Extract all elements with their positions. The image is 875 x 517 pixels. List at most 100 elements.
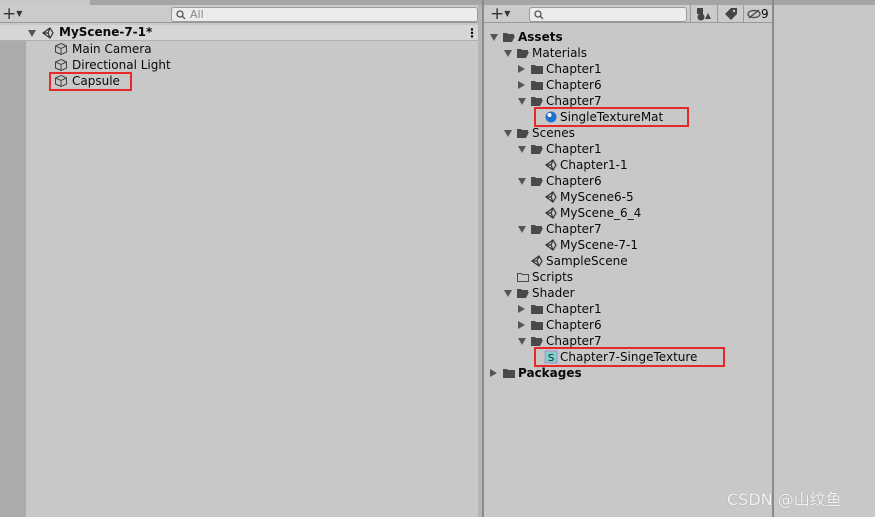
- create-add-button[interactable]: +▼: [2, 5, 28, 23]
- create-asset-button[interactable]: +▼: [490, 5, 516, 23]
- collapse-arrow-icon[interactable]: [518, 338, 526, 345]
- highlight-box: [534, 347, 726, 367]
- project-tree-item[interactable]: Chapter6: [484, 173, 772, 189]
- project-tree-item[interactable]: MyScene_6_4: [484, 205, 772, 221]
- collapse-arrow-icon[interactable]: [518, 226, 526, 233]
- search-icon: [176, 10, 186, 20]
- project-tree-item[interactable]: MyScene-7-1: [484, 237, 772, 253]
- expand-arrow-icon[interactable]: [490, 369, 497, 377]
- folder-open-icon: [531, 145, 543, 154]
- folder-open-icon: [531, 337, 543, 346]
- eye-slash-icon: [747, 9, 761, 19]
- scene-icon: [544, 191, 557, 203]
- scene-icon: [530, 255, 543, 267]
- folder-empty-icon: [517, 273, 529, 282]
- project-search-input[interactable]: [529, 7, 687, 22]
- folder-open-icon: [517, 289, 529, 298]
- hierarchy-item-label: Directional Light: [72, 58, 171, 72]
- expand-arrow-icon[interactable]: [518, 81, 525, 89]
- project-item-label: Chapter1: [546, 142, 602, 156]
- search-by-label-button[interactable]: [717, 5, 743, 23]
- project-tree-item[interactable]: SampleScene: [484, 253, 772, 269]
- project-item-label: Materials: [532, 46, 588, 60]
- project-item-label: MyScene6-5: [560, 190, 634, 204]
- collapse-arrow-icon[interactable]: [504, 290, 512, 297]
- collapse-arrow-icon[interactable]: [518, 146, 526, 153]
- project-item-label: Chapter6: [546, 78, 602, 92]
- project-tree-item[interactable]: Shader: [484, 285, 772, 301]
- collapse-arrow-icon[interactable]: [518, 178, 526, 185]
- scene-icon: [544, 159, 557, 171]
- project-item-label: Chapter1: [546, 302, 602, 316]
- search-by-type-button[interactable]: [690, 5, 717, 23]
- project-item-label: Chapter6: [546, 174, 602, 188]
- project-tree-item[interactable]: Chapter1: [484, 61, 772, 77]
- hierarchy-left-strip: [0, 41, 26, 517]
- unity-scene-icon: [41, 27, 54, 39]
- project-tree-item[interactable]: Chapter6: [484, 77, 772, 93]
- watermark: CSDN @山纹鱼: [727, 490, 842, 509]
- collapse-arrow-icon[interactable]: [504, 50, 512, 57]
- expand-arrow-icon[interactable]: [518, 65, 525, 73]
- scene-icon: [544, 207, 557, 219]
- inspector-tab-strip: [774, 0, 875, 5]
- folder-icon: [503, 369, 515, 378]
- inspector-panel: [774, 0, 875, 517]
- project-item-label: Chapter7: [546, 222, 602, 236]
- project-tree-item[interactable]: Scripts: [484, 269, 772, 285]
- folder-open-icon: [503, 33, 515, 42]
- project-item-label: Chapter1-1: [560, 158, 628, 172]
- search-icon: [534, 10, 544, 20]
- project-tree-item[interactable]: Packages: [484, 365, 772, 381]
- project-tree-item[interactable]: Materials: [484, 45, 772, 61]
- folder-icon: [531, 81, 543, 90]
- folder-open-icon: [531, 177, 543, 186]
- type-filter-icon: [697, 8, 711, 21]
- hierarchy-item-label: Main Camera: [72, 42, 152, 56]
- search-placeholder: All: [190, 8, 204, 21]
- cube-icon: [55, 42, 67, 56]
- scene-header-row[interactable]: MyScene-7-1* ⋮: [0, 25, 478, 41]
- project-item-label: Assets: [518, 30, 563, 44]
- project-panel: +▼ 9 Assets Materials Chapter1 Chapter6 Chap…: [484, 0, 772, 517]
- project-tree-item[interactable]: Chapter7: [484, 221, 772, 237]
- folder-open-icon: [517, 129, 529, 138]
- project-tree-item[interactable]: MyScene6-5: [484, 189, 772, 205]
- hierarchy-search-input[interactable]: All: [171, 7, 478, 22]
- project-tree-item[interactable]: Scenes: [484, 125, 772, 141]
- hierarchy-item[interactable]: Directional Light: [26, 57, 478, 73]
- project-tree-item[interactable]: Chapter6: [484, 317, 772, 333]
- project-item-label: Chapter1: [546, 62, 602, 76]
- folder-icon: [531, 305, 543, 314]
- tag-icon: [725, 8, 737, 20]
- expand-arrow-icon[interactable]: [518, 321, 525, 329]
- project-item-label: Scripts: [532, 270, 574, 284]
- hierarchy-panel: +▼ All MyScene-7-1* ⋮ Main Camera Directi…: [0, 0, 482, 517]
- folder-icon: [531, 321, 543, 330]
- folder-open-icon: [531, 97, 543, 106]
- folder-open-icon: [531, 225, 543, 234]
- project-tree-item[interactable]: Chapter1: [484, 301, 772, 317]
- highlight-box: [534, 107, 689, 127]
- collapse-arrow-icon[interactable]: [490, 34, 498, 41]
- project-tree-item[interactable]: Assets: [484, 29, 772, 45]
- more-options-icon[interactable]: ⋮: [466, 25, 478, 41]
- project-item-label: Chapter6: [546, 318, 602, 332]
- project-item-label: Shader: [532, 286, 575, 300]
- project-item-label: MyScene_6_4: [560, 206, 642, 220]
- project-item-label: Packages: [518, 366, 582, 380]
- expand-arrow-icon[interactable]: [518, 305, 525, 313]
- collapse-arrow-icon[interactable]: [518, 98, 526, 105]
- project-tree-item[interactable]: Chapter1-1: [484, 157, 772, 173]
- highlight-box: [49, 72, 132, 91]
- expand-arrow-icon[interactable]: [28, 30, 36, 37]
- project-tree-item[interactable]: Chapter1: [484, 141, 772, 157]
- hidden-count: 9: [761, 7, 769, 21]
- collapse-arrow-icon[interactable]: [504, 130, 512, 137]
- hierarchy-item[interactable]: Main Camera: [26, 41, 478, 57]
- project-item-label: Scenes: [532, 126, 575, 140]
- project-item-label: MyScene-7-1: [560, 238, 638, 252]
- hidden-packages-button[interactable]: 9: [743, 5, 772, 23]
- folder-open-icon: [517, 49, 529, 58]
- folder-icon: [531, 65, 543, 74]
